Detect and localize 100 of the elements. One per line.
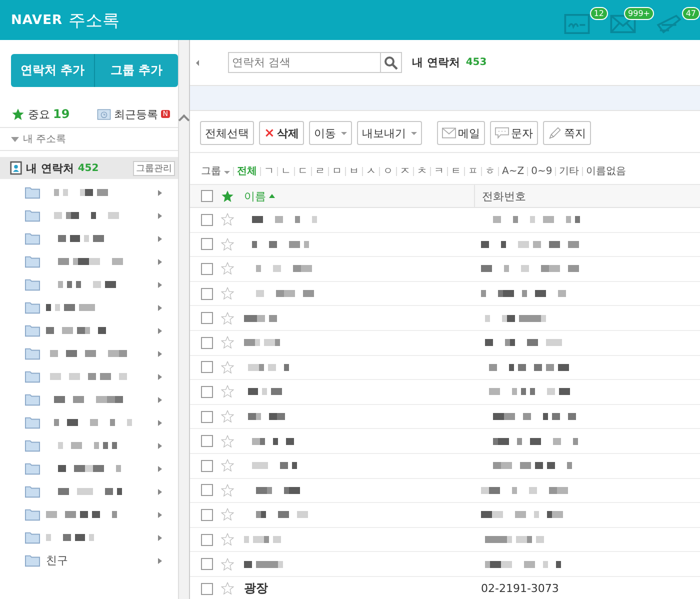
important-link[interactable]: 중요 19 [11,106,70,122]
envelope-icon [442,127,456,139]
group-filter-dropdown[interactable]: 그룹 [198,164,233,178]
star-toggle-icon[interactable] [220,410,234,424]
index-filter-tab[interactable]: A~Z [499,166,528,176]
star-toggle-icon[interactable] [220,287,234,300]
index-filter-tab[interactable]: ㅁ [329,164,345,178]
toolbar-button[interactable]: 메일 [436,121,485,145]
index-filter-tab[interactable]: ㅇ [380,164,396,178]
star-toggle-icon[interactable] [220,238,234,251]
index-filter-tab[interactable]: ㅎ [482,164,498,178]
expand-arrow-icon [158,236,162,242]
row-checkbox[interactable] [201,435,213,448]
index-filter-tab[interactable]: ㅈ [397,164,413,178]
expand-arrow-icon [158,558,162,564]
row-checkbox[interactable] [201,214,213,226]
expand-arrow-icon [158,396,162,402]
group-item[interactable]: 친구 [0,549,178,572]
row-checkbox[interactable] [201,582,213,595]
expand-arrow-icon [158,466,162,472]
star-toggle-icon[interactable] [220,262,234,276]
select-all-checkbox[interactable] [201,190,213,202]
folder-icon [25,232,40,245]
row-checkbox[interactable] [201,410,213,423]
search-button[interactable] [381,52,402,73]
row-checkbox[interactable] [201,238,213,250]
expand-arrow-icon [158,328,162,334]
index-filter-tab[interactable]: ㅊ [414,164,430,178]
toolbar-button[interactable]: 전체선택 [200,121,254,145]
row-checkbox[interactable] [201,386,213,398]
row-checkbox[interactable] [201,534,213,546]
section-toggle[interactable]: 내 주소록 [0,128,178,151]
group-manage-button[interactable]: 그룹관리 [133,160,175,176]
notification-badge: 999+ [624,7,654,20]
index-filter-tab[interactable]: ㅌ [448,164,464,178]
scrollbar[interactable] [179,40,189,599]
expand-arrow-icon [158,488,162,494]
index-filter-tab[interactable]: 기타 [556,164,582,178]
expand-arrow-icon [158,534,162,540]
index-filter-tab[interactable]: ㅍ [465,164,481,178]
dropdown-button[interactable]: 내보내기 [356,121,422,145]
folder-icon [25,508,40,521]
expand-arrow-icon [158,304,162,310]
speech-bubble-icon [494,127,509,139]
important-count: 19 [53,107,70,121]
row-checkbox[interactable] [201,262,213,275]
star-toggle-icon[interactable] [220,360,234,374]
my-contacts-item[interactable]: 내 연락처 452 그룹관리 [0,157,178,179]
index-filter-tab[interactable]: ㄱ [261,164,277,178]
index-filter-tab[interactable]: ㄹ [312,164,328,178]
pixelated-name [46,304,95,312]
row-checkbox[interactable] [201,508,213,521]
star-toggle-icon[interactable] [220,385,234,398]
clock-folder-icon [96,108,111,120]
star-icon [220,190,234,202]
index-filter-tab[interactable]: ㅅ [363,164,379,178]
collapse-arrow-icon[interactable] [196,60,199,66]
search-field[interactable]: 연락처 검색 [228,52,381,73]
row-checkbox[interactable] [201,361,213,374]
group-name: 친구 [46,553,68,568]
sort-asc-icon [269,194,275,198]
notification-badge: 12 [590,7,608,20]
expand-arrow-icon [158,442,162,448]
index-filter-tab[interactable]: 0~9 [528,166,556,176]
index-filter-tab[interactable]: 이름없음 [583,164,630,178]
dropdown-caret-icon [340,132,347,134]
pixelated-name [244,560,283,568]
expand-arrow-icon [158,190,162,196]
contact-row[interactable]: 광장 02-2191-3073 [190,576,700,599]
index-filter-tab[interactable]: ㅋ [431,164,447,178]
star-toggle-icon[interactable] [220,312,234,325]
star-toggle-icon[interactable] [220,533,234,546]
dropdown-button[interactable]: 이동 [308,121,352,145]
star-toggle-icon[interactable] [220,484,234,497]
index-filter-tab[interactable]: ㄷ [295,164,311,178]
expand-arrow-icon [158,350,162,356]
index-filter-tab[interactable]: ㅂ [346,164,362,178]
row-checkbox[interactable] [201,336,213,349]
index-filter-tab[interactable]: ㄴ [278,164,294,178]
star-toggle-icon[interactable] [220,508,234,522]
row-checkbox[interactable] [201,288,213,300]
row-checkbox[interactable] [201,312,213,324]
row-checkbox[interactable] [201,460,213,472]
expand-arrow-icon [158,512,162,518]
dropdown-caret-icon [224,171,230,174]
star-toggle-icon[interactable] [220,434,234,448]
toolbar-button[interactable]: 문자 [490,121,538,145]
toolbar-button[interactable]: 쪽지 [542,121,591,145]
phone-number: 02-2191-3073 [481,582,559,596]
star-toggle-icon[interactable] [220,336,234,350]
row-checkbox[interactable] [201,484,213,496]
toolbar-button[interactable]: ×삭제 [259,121,304,145]
column-header[interactable]: 전화번호 [474,185,700,207]
contact-name[interactable]: 광장 [244,580,268,598]
row-checkbox[interactable] [201,558,213,570]
star-toggle-icon[interactable] [220,558,234,571]
star-toggle-icon[interactable] [220,213,234,226]
star-toggle-icon[interactable] [220,459,234,472]
folder-icon [25,531,40,544]
star-toggle-icon[interactable] [220,582,234,596]
